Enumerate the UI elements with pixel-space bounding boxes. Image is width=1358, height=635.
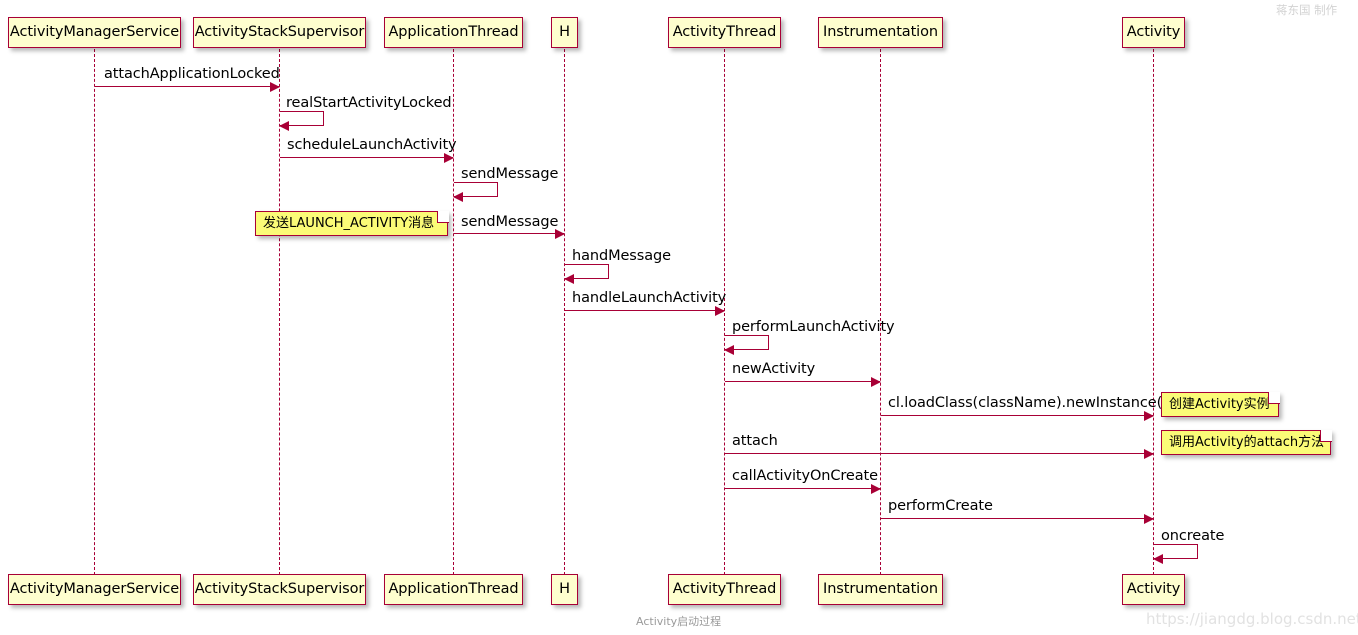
lifeline-h — [564, 49, 565, 575]
message-self-perform-launch-activity — [724, 335, 769, 355]
participant-label: Instrumentation — [823, 24, 938, 41]
participant-label: Instrumentation — [823, 581, 938, 598]
participant-bottom-at[interactable]: ActivityThread — [668, 574, 781, 605]
participant-label: ApplicationThread — [388, 581, 519, 598]
arrow-head-icon — [871, 377, 881, 387]
participant-top-appt[interactable]: ApplicationThread — [384, 17, 523, 48]
participant-label: ActivityManagerService — [9, 581, 180, 598]
arrow-head-icon — [270, 82, 280, 92]
participant-bottom-appt[interactable]: ApplicationThread — [384, 574, 523, 605]
message-self-send-message — [453, 182, 498, 202]
message-arrow-send-message — [454, 229, 565, 239]
participant-bottom-inst[interactable]: Instrumentation — [818, 574, 943, 605]
participant-bottom-ass[interactable]: ActivityStackSupervisor — [193, 574, 366, 605]
participant-label: ActivityThread — [672, 24, 777, 41]
note-label: 发送LAUNCH_ACTIVITY消息 — [263, 216, 435, 231]
participant-label: ApplicationThread — [388, 24, 519, 41]
arrow-head-icon — [1153, 554, 1163, 564]
participant-top-ass[interactable]: ActivityStackSupervisor — [193, 17, 366, 48]
message-arrow-load-class-new-instance — [881, 411, 1154, 421]
arrow-head-icon — [871, 484, 881, 494]
message-arrow-handle-launch-activity — [565, 306, 725, 316]
message-label-real-start-activity-locked: realStartActivityLocked — [286, 95, 452, 111]
participant-top-at[interactable]: ActivityThread — [668, 17, 781, 48]
note-create-activity-instance: 创建Activity实例 — [1161, 391, 1280, 417]
arrow-head-icon — [1144, 449, 1154, 459]
message-arrow-perform-create — [881, 514, 1154, 524]
message-label-hand-message: handMessage — [572, 248, 671, 264]
participant-top-act[interactable]: Activity — [1122, 17, 1185, 48]
participant-label: ActivityStackSupervisor — [194, 24, 365, 41]
message-self-real-start-activity-locked — [279, 111, 324, 131]
lifeline-appt — [453, 49, 454, 575]
message-label-perform-launch-activity: performLaunchActivity — [732, 319, 895, 335]
arrow-head-icon — [564, 274, 574, 284]
message-label-send-message-2: sendMessage — [461, 214, 559, 230]
note-call-activity-attach: 调用Activity的attach方法 — [1161, 429, 1332, 455]
note-fold-corner-icon — [436, 210, 449, 223]
note-label: 创建Activity实例 — [1169, 397, 1270, 412]
message-arrow-new-activity — [725, 377, 881, 387]
message-label-attach: attach — [732, 433, 778, 449]
lifeline-inst — [880, 49, 881, 575]
participant-label: Activity — [1126, 24, 1181, 41]
message-label-send-message-1: sendMessage — [461, 166, 559, 182]
arrow-head-icon — [715, 306, 725, 316]
participant-label: ActivityStackSupervisor — [194, 581, 365, 598]
message-label-oncreate: oncreate — [1161, 528, 1225, 544]
message-arrow-attach-application-locked — [95, 82, 280, 92]
participant-label: ActivityThread — [672, 581, 777, 598]
message-self-hand-message — [564, 264, 609, 284]
message-arrow-schedule-launch-activity — [280, 153, 454, 163]
message-arrow-call-activity-on-create — [725, 484, 881, 494]
arrow-head-icon — [444, 153, 454, 163]
participant-label: H — [559, 581, 570, 598]
arrow-head-icon — [555, 229, 565, 239]
url-watermark: https://jiangdg.blog.csdn.net — [1146, 610, 1358, 628]
participant-label: H — [559, 24, 570, 41]
participant-top-ams[interactable]: ActivityManagerService — [8, 17, 181, 48]
arrow-head-icon — [279, 121, 289, 131]
message-label-call-activity-on-create: callActivityOnCreate — [732, 468, 878, 484]
lifeline-ams — [94, 49, 95, 575]
participant-top-inst[interactable]: Instrumentation — [818, 17, 943, 48]
participant-bottom-ams[interactable]: ActivityManagerService — [8, 574, 181, 605]
message-arrow-attach — [725, 449, 1154, 459]
diagram-caption: Activity启动过程 — [636, 615, 722, 628]
arrow-head-icon — [1144, 514, 1154, 524]
message-label-attach-application-locked: attachApplicationLocked — [104, 66, 280, 82]
arrow-head-icon — [1144, 411, 1154, 421]
note-fold-corner-icon — [1319, 429, 1332, 442]
participant-top-h[interactable]: H — [551, 17, 578, 48]
author-watermark: 蒋东国 制作 — [1276, 3, 1338, 17]
arrow-head-icon — [724, 345, 734, 355]
participant-label: ActivityManagerService — [9, 24, 180, 41]
message-label-new-activity: newActivity — [732, 361, 816, 377]
message-label-perform-create: performCreate — [888, 498, 993, 514]
note-launch-activity-message: 发送LAUNCH_ACTIVITY消息 — [255, 210, 449, 236]
participant-bottom-act[interactable]: Activity — [1122, 574, 1185, 605]
sequence-diagram: 蒋东国 制作 ActivityManagerService ActivitySt… — [0, 0, 1358, 635]
message-label-handle-launch-activity: handleLaunchActivity — [572, 290, 727, 306]
message-self-oncreate — [1153, 544, 1198, 564]
note-fold-corner-icon — [1267, 391, 1280, 404]
note-label: 调用Activity的attach方法 — [1169, 435, 1325, 450]
message-label-schedule-launch-activity: scheduleLaunchActivity — [287, 137, 457, 153]
participant-bottom-h[interactable]: H — [551, 574, 578, 605]
participant-label: Activity — [1126, 581, 1181, 598]
message-label-load-class-new-instance: cl.loadClass(className).newInstance() — [888, 395, 1168, 411]
lifeline-act — [1153, 49, 1154, 575]
arrow-head-icon — [453, 192, 463, 202]
